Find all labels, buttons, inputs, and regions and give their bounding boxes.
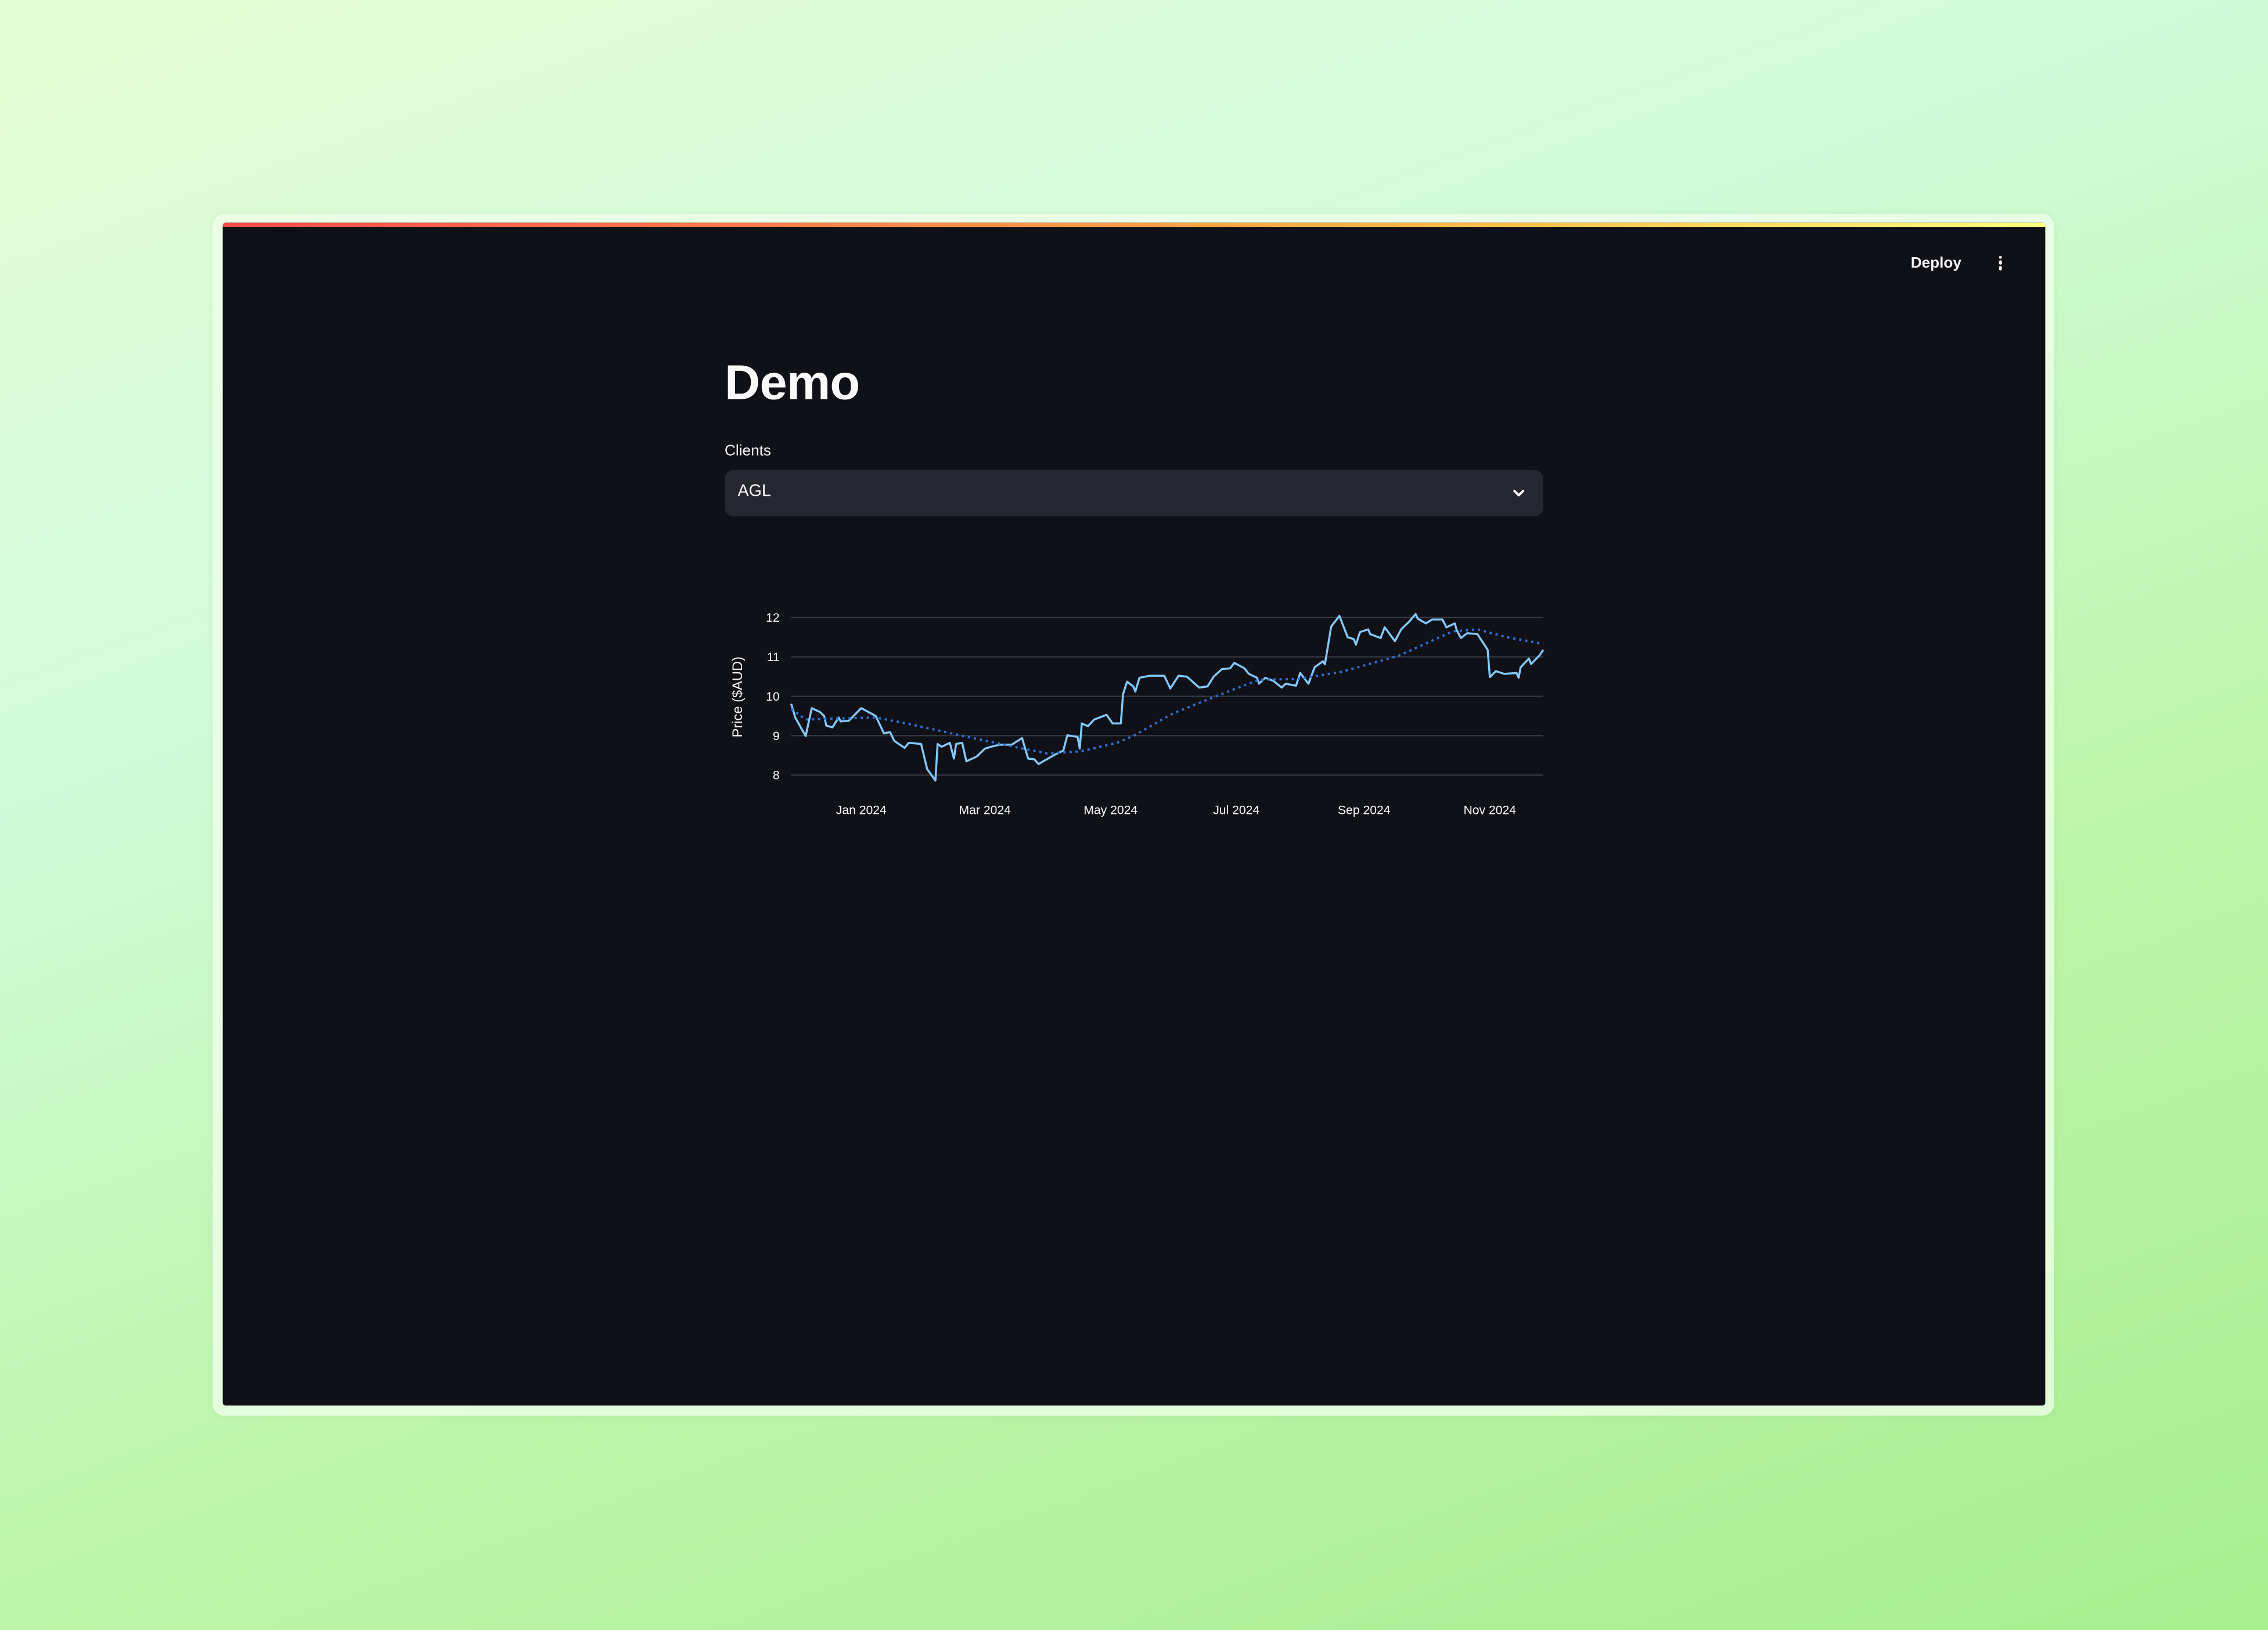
x-tick-label: Mar 2024 <box>959 803 1011 817</box>
x-tick-label: Sep 2024 <box>1338 803 1391 817</box>
y-tick-label: 9 <box>773 730 780 743</box>
y-axis-title: Price ($AUD) <box>730 657 746 737</box>
trend-line <box>790 628 1544 755</box>
price-line <box>790 612 1545 782</box>
price-chart: 8 9 10 11 12 Jan 2024 Mar 2024 May 2024 Jul 2024… <box>730 611 1545 817</box>
y-tick-label: 8 <box>773 769 780 782</box>
y-tick-label: 10 <box>766 690 780 704</box>
x-tick-label: Jan 2024 <box>836 803 887 817</box>
y-tick-label: 11 <box>767 651 780 664</box>
x-tick-label: May 2024 <box>1083 803 1137 817</box>
stage: Deploy Demo Clients AGL 8 9 10 11 12 Jan 2024… <box>0 0 2268 1630</box>
x-tick-label: Jul 2024 <box>1213 803 1259 817</box>
y-tick-label: 12 <box>766 611 780 625</box>
x-tick-label: Nov 2024 <box>1463 803 1516 817</box>
